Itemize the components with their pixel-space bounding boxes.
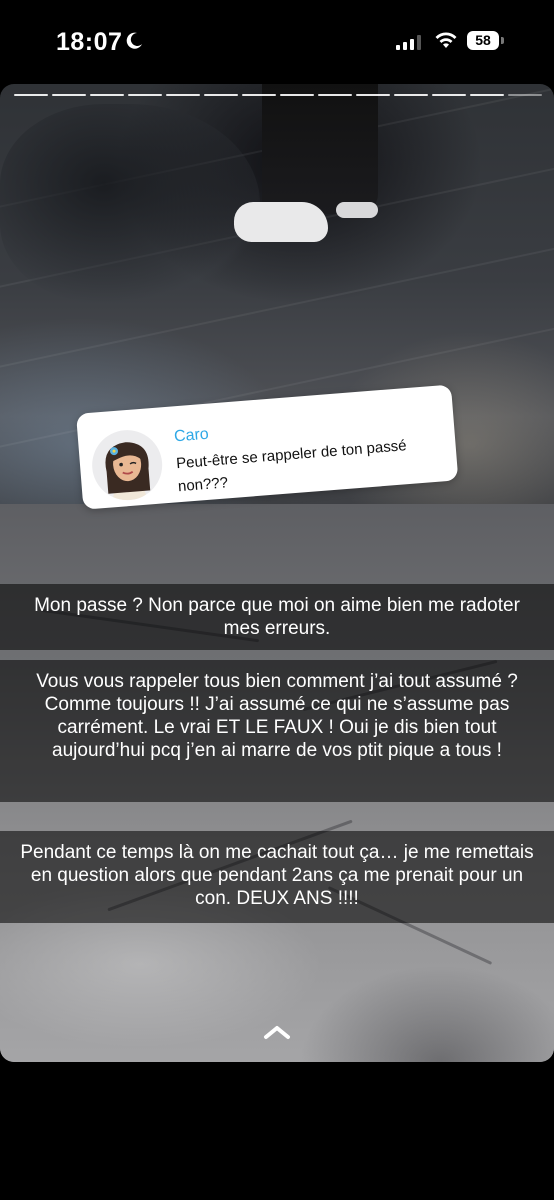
story-viewer[interactable]: Caro Peut-être se rappeler de ton passé … [0, 84, 554, 1062]
wifi-icon [435, 32, 457, 48]
progress-segment [470, 94, 504, 96]
background-shoe [336, 202, 378, 218]
progress-segment [14, 94, 48, 96]
progress-segment [394, 94, 428, 96]
background-person-legs [262, 84, 378, 214]
progress-segment [280, 94, 314, 96]
progress-segment [204, 94, 238, 96]
reply-question-text: Peut-être se rappeler de ton passé non??… [175, 437, 408, 496]
progress-segment [128, 94, 162, 96]
background-chair [0, 104, 260, 304]
progress-segment [166, 94, 200, 96]
battery-icon: 58 [467, 31, 505, 50]
progress-segment [508, 94, 542, 96]
avatar [89, 427, 165, 503]
story-progress-bar [14, 94, 542, 96]
signal-icon [396, 35, 421, 50]
progress-segment [52, 94, 86, 96]
moon-icon [126, 32, 142, 49]
caption-text: Pendant ce temps là on me cachait tout ç… [0, 831, 554, 923]
progress-segment [318, 94, 352, 96]
progress-segment [356, 94, 390, 96]
progress-segment [90, 94, 124, 96]
background-shoe [234, 202, 328, 242]
reply-author-name: Caro [173, 425, 210, 446]
progress-segment [242, 94, 276, 96]
status-time: 18:07 [56, 28, 123, 56]
reply-sticker[interactable]: Caro Peut-être se rappeler de ton passé … [76, 384, 459, 510]
caption-text: Vous vous rappeler tous bien comment j’a… [0, 660, 554, 802]
progress-segment [432, 94, 466, 96]
chevron-up-icon[interactable] [263, 1024, 291, 1040]
status-bar: 18:07 58 [0, 0, 554, 84]
battery-level: 58 [467, 31, 499, 50]
caption-text: Mon passe ? Non parce que moi on aime bi… [0, 584, 554, 650]
